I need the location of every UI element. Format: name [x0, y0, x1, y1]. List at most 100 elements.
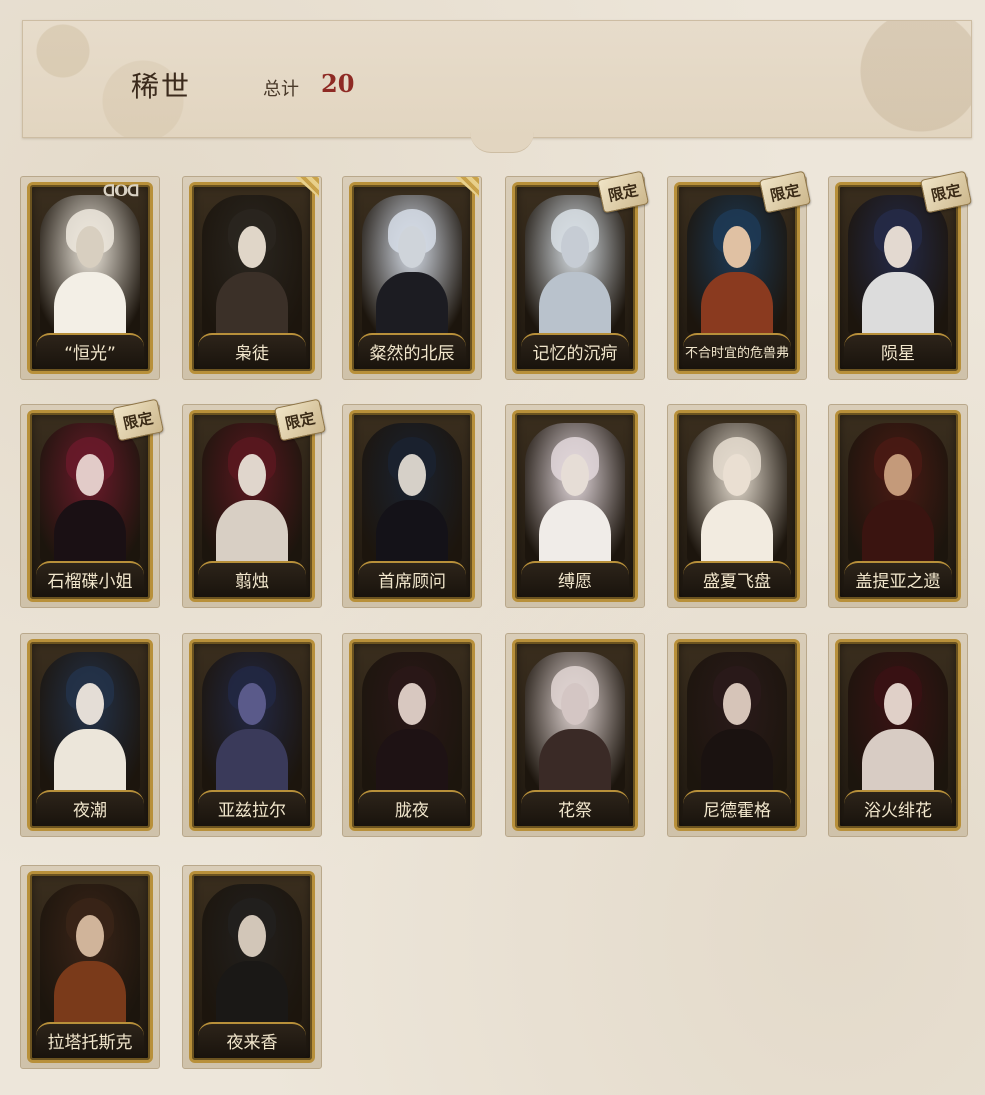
costume-name: 石榴碟小姐 — [47, 571, 133, 592]
limited-badge: 限定 — [919, 170, 973, 214]
costume-card[interactable]: 缚愿 — [505, 404, 645, 608]
character-portrait — [40, 652, 140, 792]
character-portrait — [525, 652, 625, 792]
limited-badge: 限定 — [758, 170, 812, 214]
card-frame: 翦烛 — [189, 410, 315, 602]
card-frame: 记忆的沉疴 — [512, 182, 638, 374]
costume-card[interactable]: 盛夏飞盘 — [667, 404, 807, 608]
category-header: 稀世 总计 20 — [22, 20, 972, 138]
card-frame: 胧夜 — [349, 639, 475, 831]
character-portrait — [202, 884, 302, 1024]
card-nameplate: 花祭 — [521, 790, 629, 824]
character-portrait — [40, 195, 140, 335]
costume-name: 浴火绯花 — [864, 800, 932, 821]
total-label: 总计 — [263, 79, 299, 100]
costume-card[interactable]: 陨星 限定 — [828, 170, 973, 380]
card-nameplate: 陨星 — [844, 333, 952, 367]
total-count: 20 — [321, 69, 355, 98]
character-portrait — [848, 423, 948, 563]
card-frame: 夜来香 — [189, 871, 315, 1063]
card-frame: 浴火绯花 — [835, 639, 961, 831]
card-frame: 石榴碟小姐 — [27, 410, 153, 602]
costume-name: 不合时宜的危兽弗 — [684, 345, 789, 361]
header-ornament-right — [771, 21, 971, 137]
costume-card[interactable]: 夜来香 — [182, 865, 322, 1069]
card-frame: 首席顾问 — [349, 410, 475, 602]
card-nameplate: 拉塔托斯克 — [36, 1022, 144, 1056]
character-portrait — [202, 652, 302, 792]
costume-name: 盛夏飞盘 — [703, 571, 771, 592]
costume-card[interactable]: 夜潮 — [20, 633, 160, 837]
character-portrait — [202, 423, 302, 563]
costume-name: 夜来香 — [226, 1032, 278, 1053]
card-frame: “恒光” — [27, 182, 153, 374]
card-frame: 亚兹拉尔 — [189, 639, 315, 831]
card-frame: 盛夏飞盘 — [674, 410, 800, 602]
character-portrait — [525, 195, 625, 335]
character-portrait — [848, 195, 948, 335]
card-nameplate: 翦烛 — [198, 561, 306, 595]
page-title: 稀世 — [131, 70, 192, 103]
card-nameplate: 枭徒 — [198, 333, 306, 367]
costume-name: 夜潮 — [73, 800, 107, 821]
costume-name: 拉塔托斯克 — [47, 1032, 133, 1053]
limited-badge: 限定 — [596, 170, 650, 214]
character-portrait — [40, 884, 140, 1024]
costume-card[interactable]: 胧夜 — [342, 633, 482, 837]
costume-name: “恒光” — [64, 343, 116, 364]
character-portrait — [202, 195, 302, 335]
costume-card[interactable]: 首席顾问 — [342, 404, 482, 608]
card-nameplate: 石榴碟小姐 — [36, 561, 144, 595]
costume-card[interactable]: 拉塔托斯克 — [20, 865, 160, 1069]
costume-card[interactable]: 记忆的沉疴 限定 — [505, 170, 650, 380]
card-nameplate: 缚愿 — [521, 561, 629, 595]
costume-name: 枭徒 — [235, 343, 269, 364]
costume-card[interactable]: 枭徒 — [182, 176, 322, 380]
limited-badge: 限定 — [111, 398, 165, 442]
card-frame: 粲然的北辰 — [349, 182, 475, 374]
card-nameplate: “恒光” — [36, 333, 144, 367]
costume-card[interactable]: 石榴碟小姐 限定 — [20, 398, 165, 608]
character-portrait — [687, 652, 787, 792]
costume-card[interactable]: “恒光” ᗡOᗡ — [20, 176, 160, 380]
card-nameplate: 浴火绯花 — [844, 790, 952, 824]
card-nameplate: 尼德霍格 — [683, 790, 791, 824]
card-nameplate: 首席顾问 — [358, 561, 466, 595]
costume-card[interactable]: 不合时宜的危兽弗 限定 — [667, 170, 812, 380]
costume-name: 粲然的北辰 — [369, 343, 455, 364]
limited-badge: 限定 — [273, 398, 327, 442]
card-frame: 缚愿 — [512, 410, 638, 602]
card-nameplate: 夜潮 — [36, 790, 144, 824]
costume-card[interactable]: 粲然的北辰 — [342, 176, 482, 380]
costume-card[interactable]: 翦烛 限定 — [182, 398, 327, 608]
costume-name: 翦烛 — [235, 571, 269, 592]
card-nameplate: 胧夜 — [358, 790, 466, 824]
character-portrait — [687, 195, 787, 335]
costume-name: 亚兹拉尔 — [218, 800, 286, 821]
costume-name: 尼德霍格 — [703, 800, 771, 821]
costume-card[interactable]: 盖提亚之遗 — [828, 404, 968, 608]
card-frame: 陨星 — [835, 182, 961, 374]
card-nameplate: 盖提亚之遗 — [844, 561, 952, 595]
costume-name: 花祭 — [558, 800, 592, 821]
costume-name: 盖提亚之遗 — [855, 571, 941, 592]
card-nameplate: 盛夏飞盘 — [683, 561, 791, 595]
costume-name: 胧夜 — [395, 800, 429, 821]
costume-card[interactable]: 亚兹拉尔 — [182, 633, 322, 837]
character-portrait — [40, 423, 140, 563]
costume-name: 缚愿 — [558, 571, 592, 592]
character-portrait — [362, 195, 462, 335]
card-frame: 尼德霍格 — [674, 639, 800, 831]
character-portrait — [362, 652, 462, 792]
card-nameplate: 夜来香 — [198, 1022, 306, 1056]
costume-name: 陨星 — [881, 343, 915, 364]
costume-card[interactable]: 尼德霍格 — [667, 633, 807, 837]
costume-card[interactable]: 花祭 — [505, 633, 645, 837]
card-frame: 不合时宜的危兽弗 — [674, 182, 800, 374]
character-portrait — [525, 423, 625, 563]
character-portrait — [362, 423, 462, 563]
costume-name: 记忆的沉疴 — [532, 343, 618, 364]
costume-card[interactable]: 浴火绯花 — [828, 633, 968, 837]
character-portrait — [687, 423, 787, 563]
card-frame: 花祭 — [512, 639, 638, 831]
